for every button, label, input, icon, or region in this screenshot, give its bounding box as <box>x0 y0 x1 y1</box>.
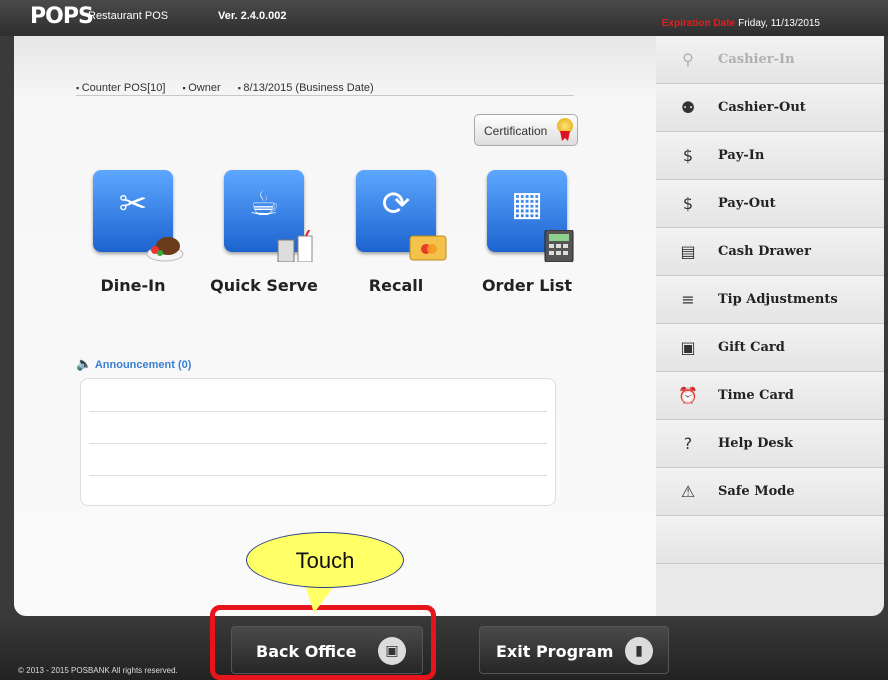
sidebar-item-pay-out[interactable]: $ Pay-Out <box>656 180 884 228</box>
certification-button[interactable]: Certification <box>474 114 578 146</box>
credit-card-icon <box>409 235 447 261</box>
alarm-clock-icon: ⏰ <box>678 386 698 405</box>
drink-fries-icon <box>277 230 313 262</box>
sidebar-item-label: Time Card <box>718 388 794 403</box>
announcement-row <box>89 475 547 476</box>
dine-in-label[interactable]: Dine-In <box>63 276 203 295</box>
sidebar-item-cashier-out[interactable]: ⚉ Cashier-Out <box>656 84 884 132</box>
sidebar-item-safe-mode[interactable]: ⚠ Safe Mode <box>656 468 884 516</box>
pay-in-icon: $ <box>682 146 694 165</box>
calculator-icon: ▦ <box>510 184 544 224</box>
sidebar-item-label: Cashier-In <box>718 52 795 67</box>
logo-subtitle: Restaurant POS <box>88 10 169 22</box>
sidebar-item-pay-in[interactable]: $ Pay-In <box>656 132 884 180</box>
quick-serve-tile[interactable]: ☕ <box>224 170 313 262</box>
announcement-row <box>89 411 547 412</box>
refresh-icon: ⟳ <box>381 184 411 224</box>
sidebar-item-label: Safe Mode <box>718 484 795 499</box>
session-info: Counter POS[10] Owner 8/13/2015 (Busines… <box>76 82 388 94</box>
touch-callout: Touch <box>246 532 404 588</box>
fork-knife-icon: ✂ <box>118 184 148 224</box>
certification-label: Certification <box>484 124 548 138</box>
register-icon <box>544 230 574 262</box>
takeout-cup-icon: ☕ <box>248 184 280 224</box>
announcement-row <box>89 443 547 444</box>
business-date: 8/13/2015 (Business Date) <box>238 82 374 94</box>
sidebar-item-time-card[interactable]: ⏰ Time Card <box>656 372 884 420</box>
tip-adjustments-icon: ≡ <box>681 290 695 309</box>
cashier-in-icon: ⚲ <box>682 50 694 69</box>
exit-program-label: Exit Program <box>496 642 614 661</box>
sidebar-item-gift-card[interactable]: ▣ Gift Card <box>656 324 884 372</box>
siren-icon: ⚠ <box>680 482 696 501</box>
announcement-title: 🔈 Announcement (0) <box>76 356 191 372</box>
sidebar-item-help-desk[interactable]: ? Help Desk <box>656 420 884 468</box>
sidebar-item-label: Help Desk <box>718 436 793 451</box>
top-bar: POPS Restaurant POS Ver. 2.4.0.002 Expir… <box>0 0 888 36</box>
sidebar-item-label: Cashier-Out <box>718 100 806 115</box>
food-plate-icon <box>146 237 184 262</box>
divider <box>76 95 574 96</box>
sidebar-item-label: Tip Adjustments <box>718 292 838 307</box>
sidebar-item-label: Gift Card <box>718 340 785 355</box>
sidebar-item-label: Pay-In <box>718 148 765 163</box>
order-list-label[interactable]: Order List <box>457 276 597 295</box>
exit-program-button[interactable]: Exit Program ▮ <box>479 626 669 674</box>
expiration-date: Expiration Date Friday, 11/13/2015 <box>662 18 820 29</box>
gift-card-icon: ▣ <box>680 338 696 357</box>
medal-icon <box>557 118 573 134</box>
highlight-box <box>210 605 436 680</box>
exit-door-icon: ▮ <box>625 637 653 665</box>
pay-out-icon: $ <box>682 194 694 213</box>
quick-serve-label[interactable]: Quick Serve <box>194 276 334 295</box>
terminal-name: Counter POS[10] <box>76 82 165 94</box>
help-icon: ? <box>683 434 693 453</box>
expiration-label: Expiration Date <box>661 18 736 29</box>
recall-label[interactable]: Recall <box>326 276 466 295</box>
sidebar-item-label: Pay-Out <box>718 196 776 211</box>
sidebar-item-tip-adjustments[interactable]: ≡ Tip Adjustments <box>656 276 884 324</box>
copyright-text: © 2013 - 2015 POSBANK All rights reserve… <box>18 666 178 675</box>
version-label: Ver. 2.4.0.002 <box>218 10 287 22</box>
dine-in-tile[interactable]: ✂ <box>93 170 184 262</box>
pops-logo: POPS <box>30 4 94 29</box>
cash-drawer-icon: ▤ <box>680 242 696 261</box>
sidebar-item-cash-drawer[interactable]: ▤ Cash Drawer <box>656 228 884 276</box>
announcement-label: Announcement (0) <box>94 359 192 371</box>
expiration-value: Friday, 11/13/2015 <box>738 18 820 29</box>
sidebar-item-cashier-in[interactable]: ⚲ Cashier-In <box>656 36 884 84</box>
sidebar-item-label: Cash Drawer <box>718 244 811 259</box>
announcement-box[interactable] <box>80 378 556 506</box>
recall-tile[interactable]: ⟳ <box>356 170 447 261</box>
user-name: Owner <box>183 82 221 94</box>
speaker-icon: 🔈 <box>76 356 93 371</box>
sidebar-empty-slot <box>656 516 884 564</box>
order-list-tile[interactable]: ▦ <box>487 170 574 262</box>
cashier-out-icon: ⚉ <box>680 98 696 117</box>
